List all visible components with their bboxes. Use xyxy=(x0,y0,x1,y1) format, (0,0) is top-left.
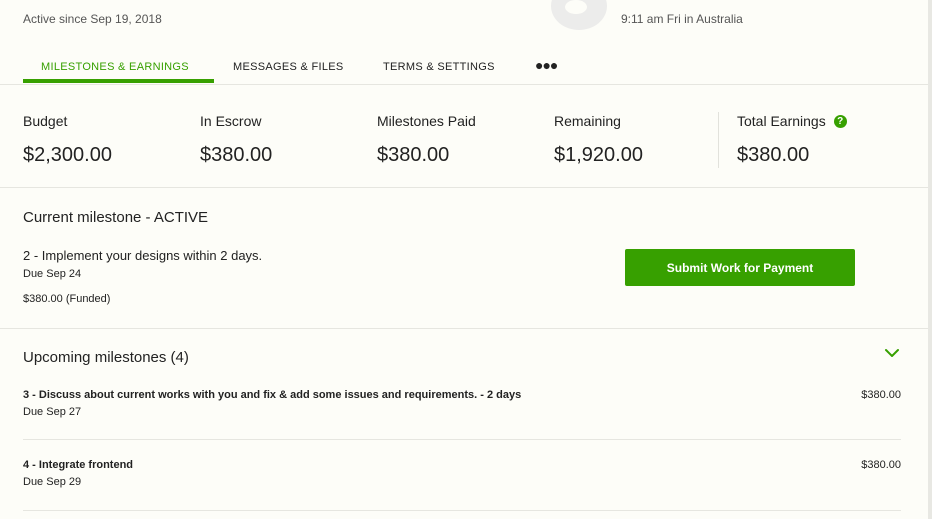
local-time-text: 9:11 am Fri in Australia xyxy=(621,12,743,26)
tab-milestones-earnings[interactable]: MILESTONES & EARNINGS xyxy=(41,61,189,73)
stat-label: Total Earnings xyxy=(737,113,826,129)
stat-label-wrap: Total Earnings ? xyxy=(737,113,847,129)
help-icon[interactable]: ? xyxy=(833,114,847,128)
stat-label: Milestones Paid xyxy=(377,113,476,129)
milestone-due: Due Sep 29 xyxy=(23,476,82,488)
more-icon[interactable]: ●●● xyxy=(535,57,558,73)
milestone-due: Due Sep 27 xyxy=(23,406,82,418)
list-item[interactable]: 4 - Integrate frontend Due Sep 29 $380.0… xyxy=(23,459,901,488)
contract-page: Active since Sep 19, 2018 9:11 am Fri in… xyxy=(0,0,928,519)
upcoming-milestones-title: Upcoming milestones (4) xyxy=(23,349,189,366)
contract-tabs: MILESTONES & EARNINGS MESSAGES & FILES T… xyxy=(23,53,928,84)
stat-label: In Escrow xyxy=(200,113,262,129)
current-milestone-due: Due Sep 24 xyxy=(23,268,82,280)
chevron-down-icon[interactable] xyxy=(884,346,900,360)
stat-total-earnings: Total Earnings ? $380.00 xyxy=(737,113,847,167)
active-tab-indicator xyxy=(23,79,214,83)
scrollbar-track[interactable] xyxy=(928,0,932,519)
active-since-text: Active since Sep 19, 2018 xyxy=(23,12,162,26)
current-milestone-name: 2 - Implement your designs within 2 days… xyxy=(23,248,263,263)
stat-separator xyxy=(718,112,719,168)
current-milestone-amount: $380.00 (Funded) xyxy=(23,293,111,305)
current-milestone-title: Current milestone - ACTIVE xyxy=(23,209,209,226)
avatar xyxy=(551,0,607,30)
stat-value: $380.00 xyxy=(200,144,273,166)
divider xyxy=(0,187,928,188)
stat-label: Budget xyxy=(23,113,68,129)
tab-messages-files[interactable]: MESSAGES & FILES xyxy=(233,61,344,73)
milestone-name: 4 - Integrate frontend xyxy=(23,459,134,471)
stat-value: $380.00 xyxy=(377,144,450,166)
stat-in-escrow: In Escrow $380.00 xyxy=(200,113,272,167)
row-divider xyxy=(23,510,901,511)
stat-milestones-paid: Milestones Paid $380.00 xyxy=(377,113,476,167)
submit-work-button[interactable]: Submit Work for Payment xyxy=(625,249,855,286)
divider xyxy=(0,328,928,329)
stat-remaining: Remaining $1,920.00 xyxy=(554,113,643,167)
row-divider xyxy=(23,439,901,440)
milestone-amount: $380.00 xyxy=(861,389,901,401)
stat-value: $2,300.00 xyxy=(23,144,112,166)
stat-budget: Budget $2,300.00 xyxy=(23,113,112,167)
milestone-name: 3 - Discuss about current works with you… xyxy=(23,389,522,401)
stat-label: Remaining xyxy=(554,113,621,129)
list-item[interactable]: 3 - Discuss about current works with you… xyxy=(23,389,901,418)
tab-terms-settings[interactable]: TERMS & SETTINGS xyxy=(383,61,495,73)
milestone-amount: $380.00 xyxy=(861,459,901,471)
divider xyxy=(0,84,928,85)
stat-value: $1,920.00 xyxy=(554,144,643,166)
stat-value: $380.00 xyxy=(737,144,810,166)
